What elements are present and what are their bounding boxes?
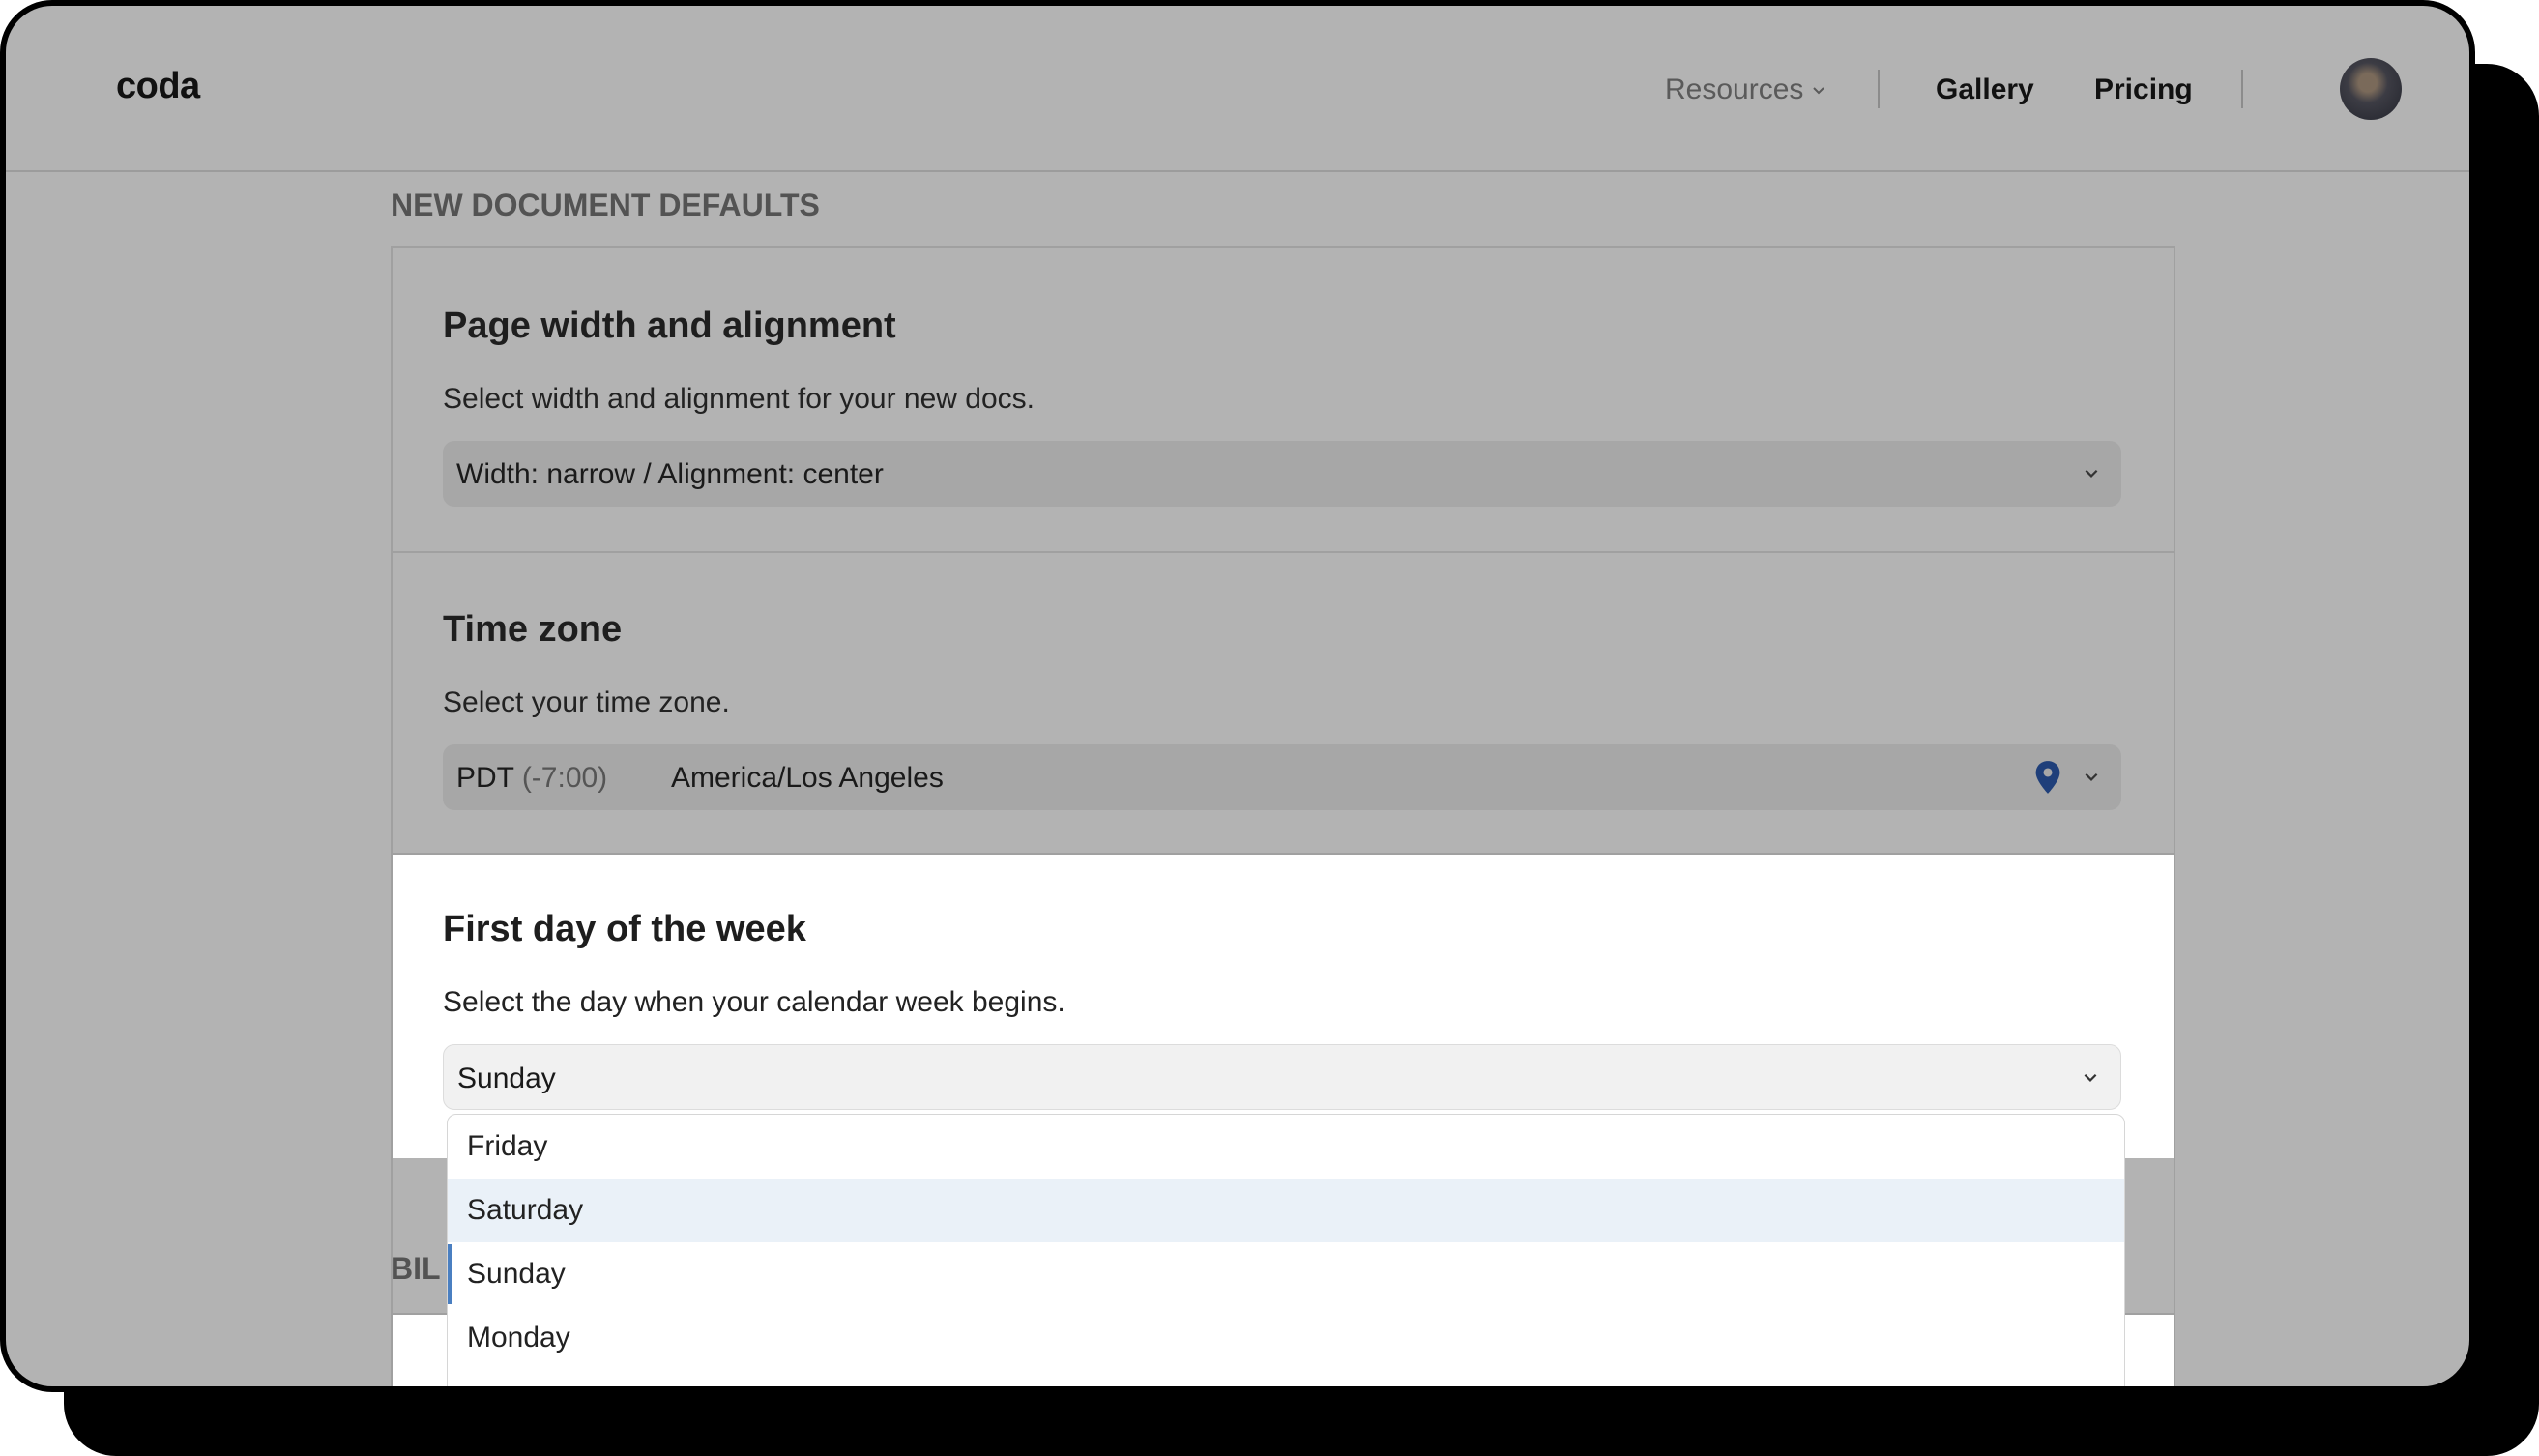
- nav-gallery-link[interactable]: Gallery: [1936, 73, 2034, 106]
- first-day-section: First day of the week Select the day whe…: [393, 855, 2174, 1158]
- time-zone-abbr: PDT: [456, 762, 514, 794]
- time-zone-offset-label: PDT (-7:00): [456, 762, 607, 795]
- app-screen: coda Resources Gallery Pricing NEW DOCUM…: [6, 6, 2469, 1386]
- dropdown-option-friday[interactable]: Friday: [448, 1115, 2124, 1179]
- time-zone-offset: (-7:00): [521, 762, 608, 794]
- first-day-select[interactable]: Sunday: [443, 1044, 2121, 1110]
- page-width-title: Page width and alignment: [443, 306, 896, 346]
- window-frame: coda Resources Gallery Pricing NEW DOCUM…: [0, 0, 2475, 1392]
- time-zone-title: Time zone: [443, 609, 623, 650]
- time-zone-select[interactable]: PDT (-7:00) America/Los Angeles: [443, 744, 2121, 810]
- time-zone-description: Select your time zone.: [443, 686, 730, 718]
- page-width-section: Page width and alignment Select width an…: [393, 248, 2174, 553]
- dropdown-option-saturday[interactable]: Saturday: [448, 1179, 2124, 1242]
- first-day-value: Sunday: [457, 1063, 556, 1094]
- time-zone-section: Time zone Select your time zone. PDT (-7…: [393, 553, 2174, 855]
- time-zone-name: America/Los Angeles: [671, 762, 944, 794]
- nav-resources-label: Resources: [1665, 73, 1804, 105]
- nav-resources-menu[interactable]: Resources: [1665, 73, 1826, 106]
- dropdown-option-sunday[interactable]: Sunday: [448, 1242, 2124, 1306]
- coda-logo[interactable]: coda: [116, 66, 200, 107]
- page-width-select[interactable]: Width: narrow / Alignment: center: [443, 441, 2121, 507]
- user-avatar[interactable]: [2340, 58, 2402, 120]
- dropdown-option-monday[interactable]: Monday: [448, 1306, 2124, 1370]
- first-day-title: First day of the week: [443, 909, 806, 949]
- chevron-down-icon: [2085, 469, 2098, 478]
- first-day-description: Select the day when your calendar week b…: [443, 986, 1065, 1018]
- chevron-down-icon: [2084, 1073, 2097, 1082]
- nav-pricing-link[interactable]: Pricing: [2094, 73, 2193, 106]
- nav-divider: [1878, 70, 1880, 108]
- first-day-dropdown-menu: Friday Saturday Sunday Monday: [447, 1114, 2125, 1386]
- page-width-description: Select width and alignment for your new …: [443, 383, 1035, 415]
- nav-divider: [2241, 70, 2243, 108]
- page-width-value: Width: narrow / Alignment: center: [456, 458, 884, 490]
- location-pin-icon[interactable]: [2034, 760, 2061, 795]
- top-nav: coda Resources Gallery Pricing: [6, 6, 2469, 172]
- section-heading: NEW DOCUMENT DEFAULTS: [391, 188, 820, 222]
- chevron-down-icon: [2085, 772, 2098, 781]
- chevron-down-icon: [1813, 87, 1825, 95]
- billing-heading-partial: BIL: [391, 1251, 441, 1286]
